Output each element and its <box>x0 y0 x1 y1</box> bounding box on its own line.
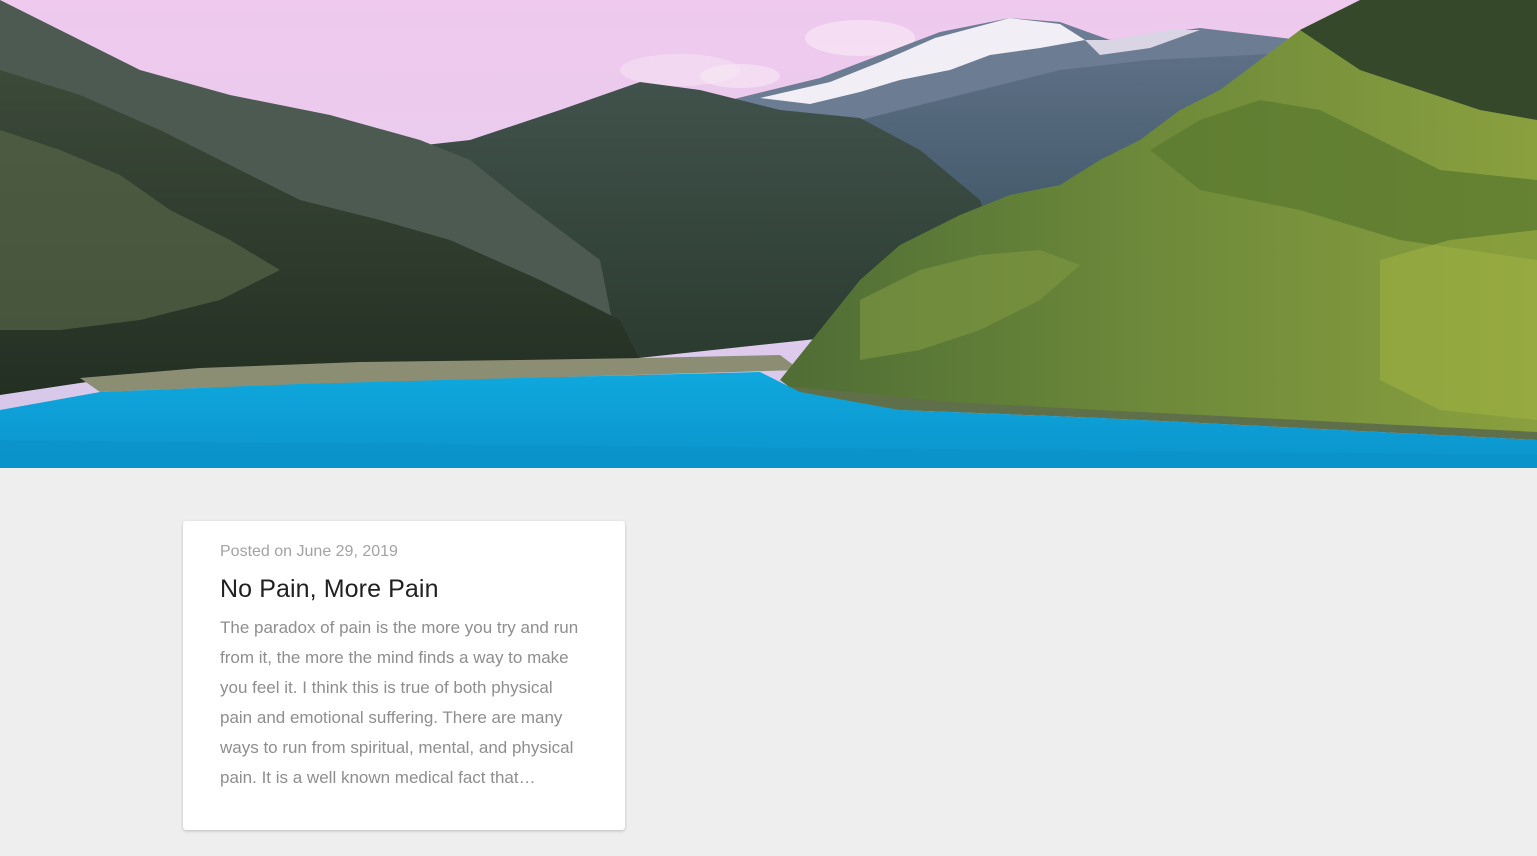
post-date[interactable]: June 29, 2019 <box>297 543 398 560</box>
mountain-lake-landscape <box>0 0 1537 468</box>
hero-banner-image <box>0 0 1537 468</box>
post-title[interactable]: No Pain, More Pain <box>220 573 587 605</box>
post-card[interactable]: Posted on June 29, 2019 No Pain, More Pa… <box>183 521 625 830</box>
posts-area: Posted on June 29, 2019 No Pain, More Pa… <box>0 468 1537 856</box>
posted-on-label: Posted on <box>220 543 293 560</box>
post-excerpt: The paradox of pain is the more you try … <box>220 618 579 787</box>
post-meta: Posted on June 29, 2019 <box>220 541 587 563</box>
